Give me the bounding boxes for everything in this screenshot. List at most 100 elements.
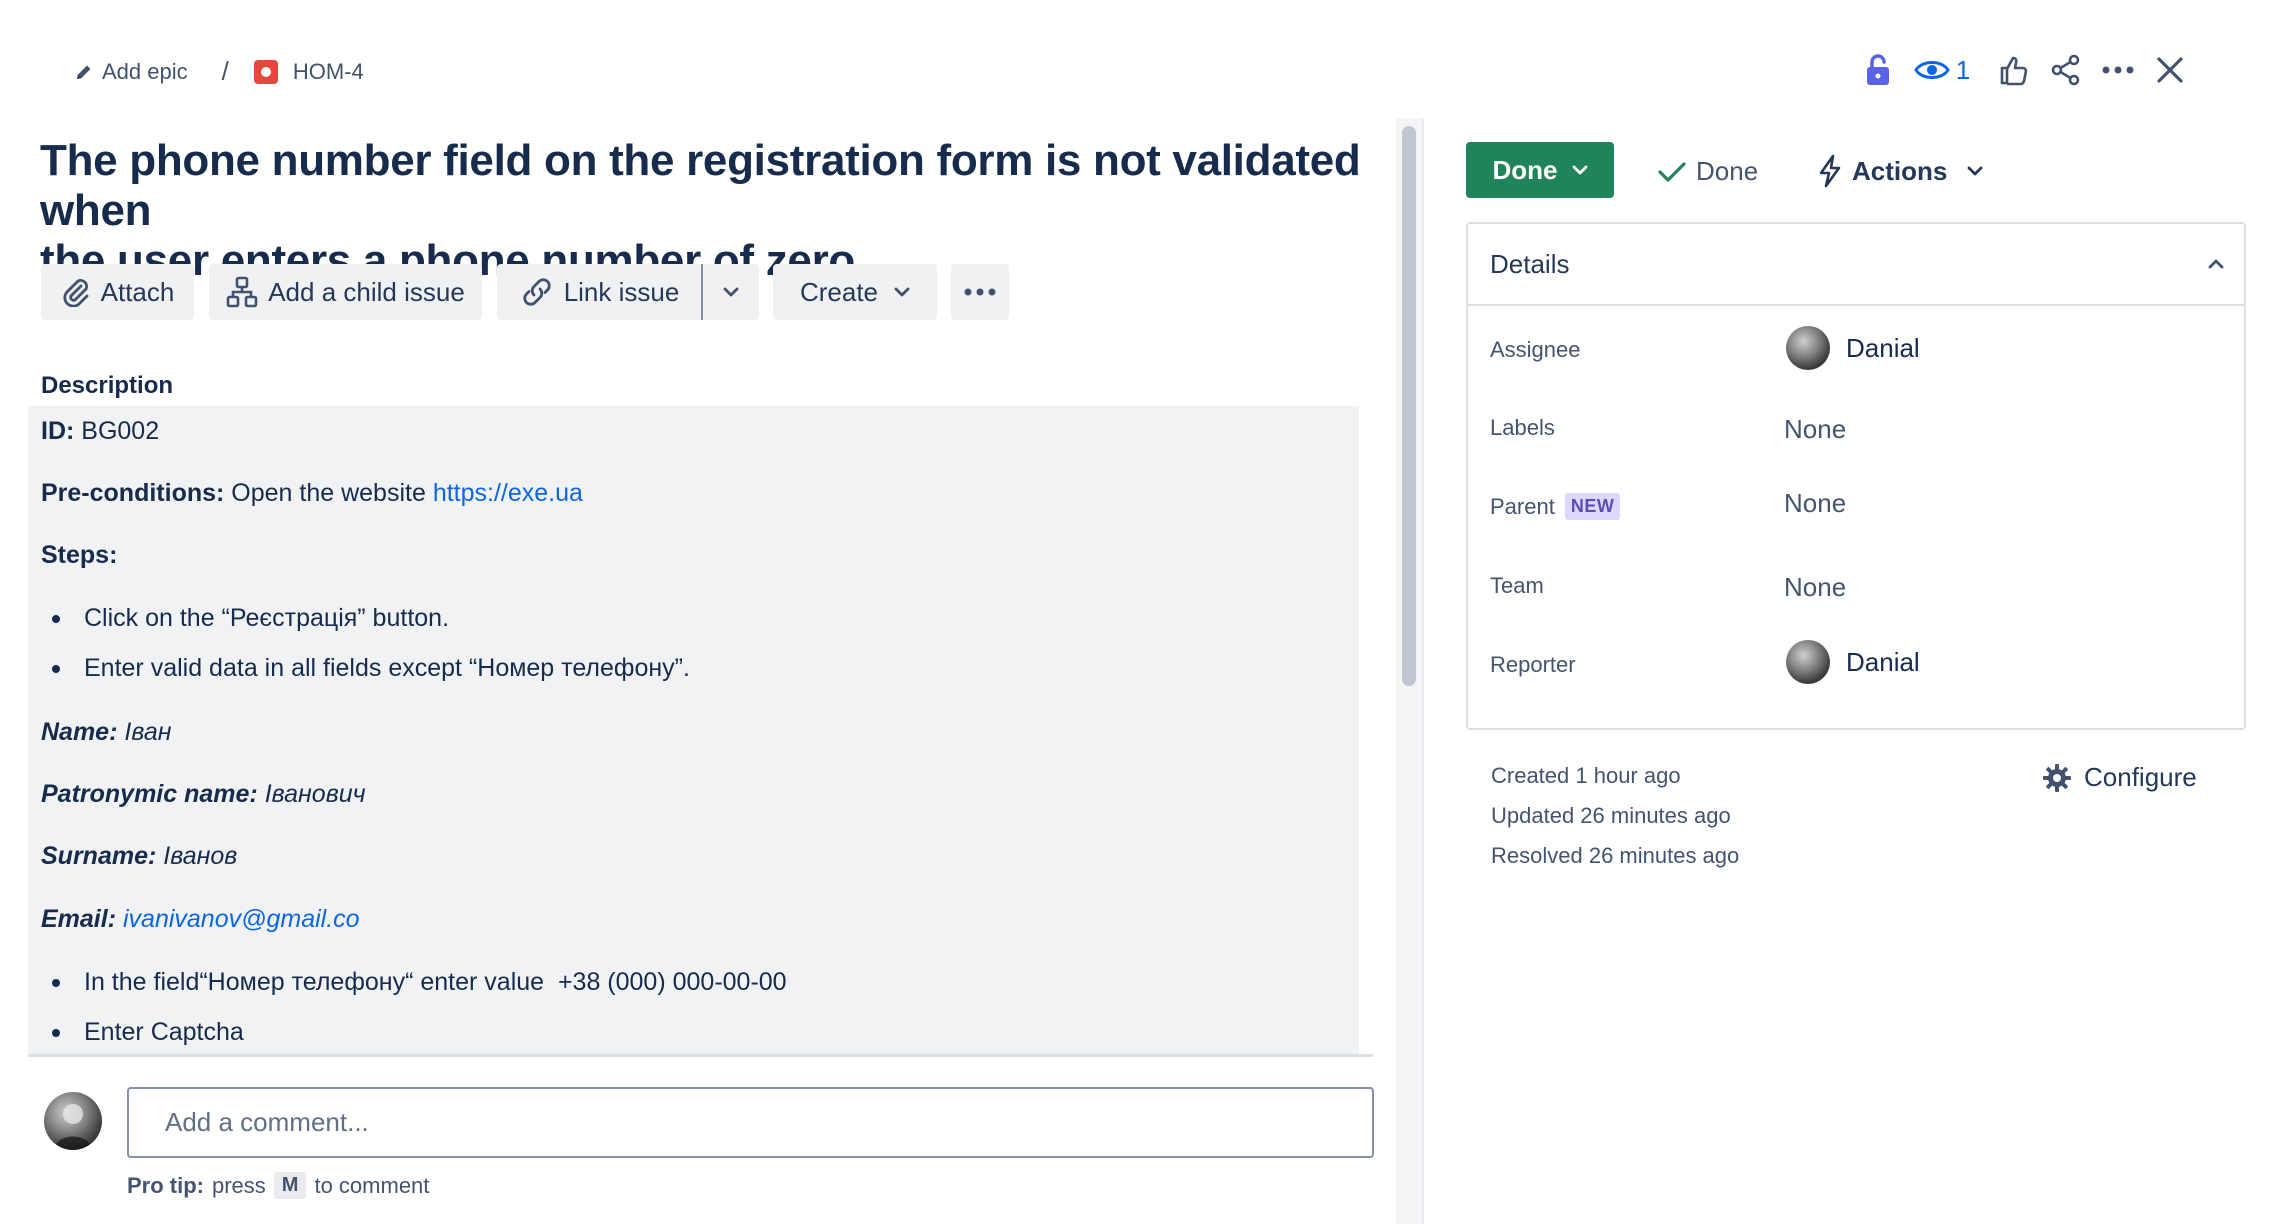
- desc-patronymic: Patronymic name: Іванович: [41, 780, 366, 809]
- actions-label: Actions: [1852, 155, 1948, 186]
- desc-name-value: Іван: [117, 718, 172, 746]
- watch-count: 1: [1955, 54, 1971, 85]
- desc-steps: Steps:: [41, 541, 117, 570]
- chevron-down-icon: [894, 287, 910, 297]
- pencil-icon: [74, 62, 94, 82]
- assignee-name: Danial: [1846, 332, 1920, 363]
- comment-input[interactable]: Add a comment...: [127, 1087, 1374, 1158]
- paperclip-icon: [61, 277, 91, 307]
- bullet: [52, 665, 60, 673]
- link-icon: [520, 275, 554, 309]
- labels-label: Labels: [1490, 415, 1555, 440]
- details-header[interactable]: Details: [1468, 224, 2244, 306]
- desc-email-label: Email:: [41, 905, 117, 933]
- breadcrumb: Add epic / HOM-4: [74, 56, 364, 87]
- close-button[interactable]: [2144, 44, 2196, 96]
- attach-label: Attach: [100, 276, 175, 307]
- bug-icon: [253, 59, 279, 85]
- shortcut-key: M: [273, 1172, 307, 1199]
- protip-suffix: to comment: [314, 1172, 430, 1198]
- breadcrumb-separator: /: [221, 56, 229, 86]
- attach-button[interactable]: Attach: [41, 264, 194, 320]
- issue-key-link[interactable]: HOM-4: [253, 59, 364, 85]
- more-icon: [2102, 66, 2134, 74]
- parent-label-row: Parent NEW: [1490, 493, 1621, 520]
- vote-button[interactable]: [1988, 44, 2040, 96]
- watch-button[interactable]: 1: [1904, 44, 1980, 96]
- details-panel: Details Assignee Danial Labels None Pare…: [1466, 222, 2246, 730]
- reporter-name: Danial: [1846, 646, 1920, 677]
- new-badge: NEW: [1564, 493, 1621, 520]
- resolution-label: Done: [1696, 156, 1759, 186]
- gear-icon: [2042, 763, 2072, 793]
- add-child-issue-label: Add a child issue: [268, 276, 465, 307]
- desc-preconditions: Pre-conditions: Open the website https:/…: [41, 479, 583, 508]
- parent-label: Parent: [1490, 493, 1555, 519]
- issue-timestamps: Created 1 hour ago Updated 26 minutes ag…: [1491, 756, 1739, 876]
- details-title: Details: [1490, 248, 1570, 279]
- description-content[interactable]: ID: BG002 Pre-conditions: Open the websi…: [28, 406, 1359, 1054]
- protip-label: Pro tip:: [127, 1172, 204, 1198]
- comment-placeholder: Add a comment...: [165, 1107, 369, 1137]
- share-icon: [2050, 54, 2082, 86]
- desc-name-label: Name:: [41, 718, 118, 746]
- configure-button[interactable]: Configure: [2042, 762, 2197, 793]
- eye-icon: [1914, 58, 1950, 82]
- updated-timestamp: Updated 26 minutes ago: [1491, 803, 1731, 828]
- create-button[interactable]: Create: [773, 264, 937, 320]
- close-icon: [2156, 56, 2184, 84]
- check-icon: [1658, 161, 1686, 183]
- step-3: In the field“Номер телефону“ enter value…: [84, 968, 787, 996]
- desc-surname-value: Іванов: [156, 842, 238, 870]
- assignee-avatar: [1786, 326, 1830, 370]
- assignee-field[interactable]: Danial: [1786, 326, 1920, 370]
- parent-field[interactable]: None: [1784, 488, 1846, 519]
- desc-steps-label: Steps:: [41, 541, 118, 569]
- chevron-down-icon: [723, 287, 739, 297]
- desc-id-label: ID:: [41, 417, 75, 445]
- panel-divider: [1422, 118, 1424, 1224]
- current-user-avatar: [44, 1092, 102, 1150]
- issue-header-actions: 1: [1852, 44, 2196, 96]
- reporter-avatar: [1786, 640, 1830, 684]
- link-issue-dropdown-button[interactable]: [703, 264, 759, 320]
- reporter-field[interactable]: Danial: [1786, 640, 1920, 684]
- team-label: Team: [1490, 573, 1544, 598]
- chevron-up-icon: [2208, 259, 2224, 269]
- left-scrollbar-thumb[interactable]: [1402, 126, 1416, 686]
- resolution-indicator: Done: [1658, 156, 1758, 187]
- team-field[interactable]: None: [1784, 572, 1846, 603]
- more-icon: [964, 288, 996, 296]
- configure-label: Configure: [2084, 762, 2197, 792]
- desc-id-value: BG002: [74, 417, 160, 445]
- reporter-label: Reporter: [1490, 652, 1576, 677]
- link-issue-label: Link issue: [563, 276, 680, 307]
- left-scrollbar[interactable]: [1396, 118, 1422, 1224]
- resolved-timestamp: Resolved 26 minutes ago: [1491, 843, 1740, 868]
- labels-field[interactable]: None: [1784, 414, 1846, 445]
- desc-surname-label: Surname:: [41, 842, 157, 870]
- add-epic-link[interactable]: Add epic: [74, 59, 188, 85]
- status-label: Done: [1492, 154, 1558, 185]
- thumbs-up-icon: [1998, 54, 2030, 86]
- status-transition-button[interactable]: Done: [1466, 142, 1614, 198]
- desc-preconditions-label: Pre-conditions:: [41, 479, 225, 507]
- restrict-button[interactable]: [1852, 44, 1904, 96]
- add-child-issue-button[interactable]: Add a child issue: [209, 264, 482, 320]
- desc-email: Email: ivanivanov@gmail.co: [41, 905, 360, 934]
- created-timestamp: Created 1 hour ago: [1491, 763, 1681, 788]
- pro-tip: Pro tip: press M to comment: [127, 1172, 429, 1199]
- more-actions-button[interactable]: [2092, 44, 2144, 96]
- share-button[interactable]: [2040, 44, 2092, 96]
- actions-button[interactable]: Actions: [1818, 154, 1983, 188]
- link-issue-button[interactable]: Link issue: [497, 264, 702, 320]
- desc-id: ID: BG002: [41, 417, 159, 446]
- email-link[interactable]: ivanivanov@gmail.co: [123, 905, 360, 933]
- content-divider: [28, 1054, 1373, 1057]
- toolbar-more-button[interactable]: [951, 264, 1009, 320]
- add-epic-label: Add epic: [102, 58, 188, 84]
- chevron-down-icon: [1572, 165, 1588, 175]
- chevron-down-icon: [1967, 166, 1983, 176]
- description-label: Description: [41, 372, 174, 399]
- website-link[interactable]: https://exe.ua: [433, 479, 583, 507]
